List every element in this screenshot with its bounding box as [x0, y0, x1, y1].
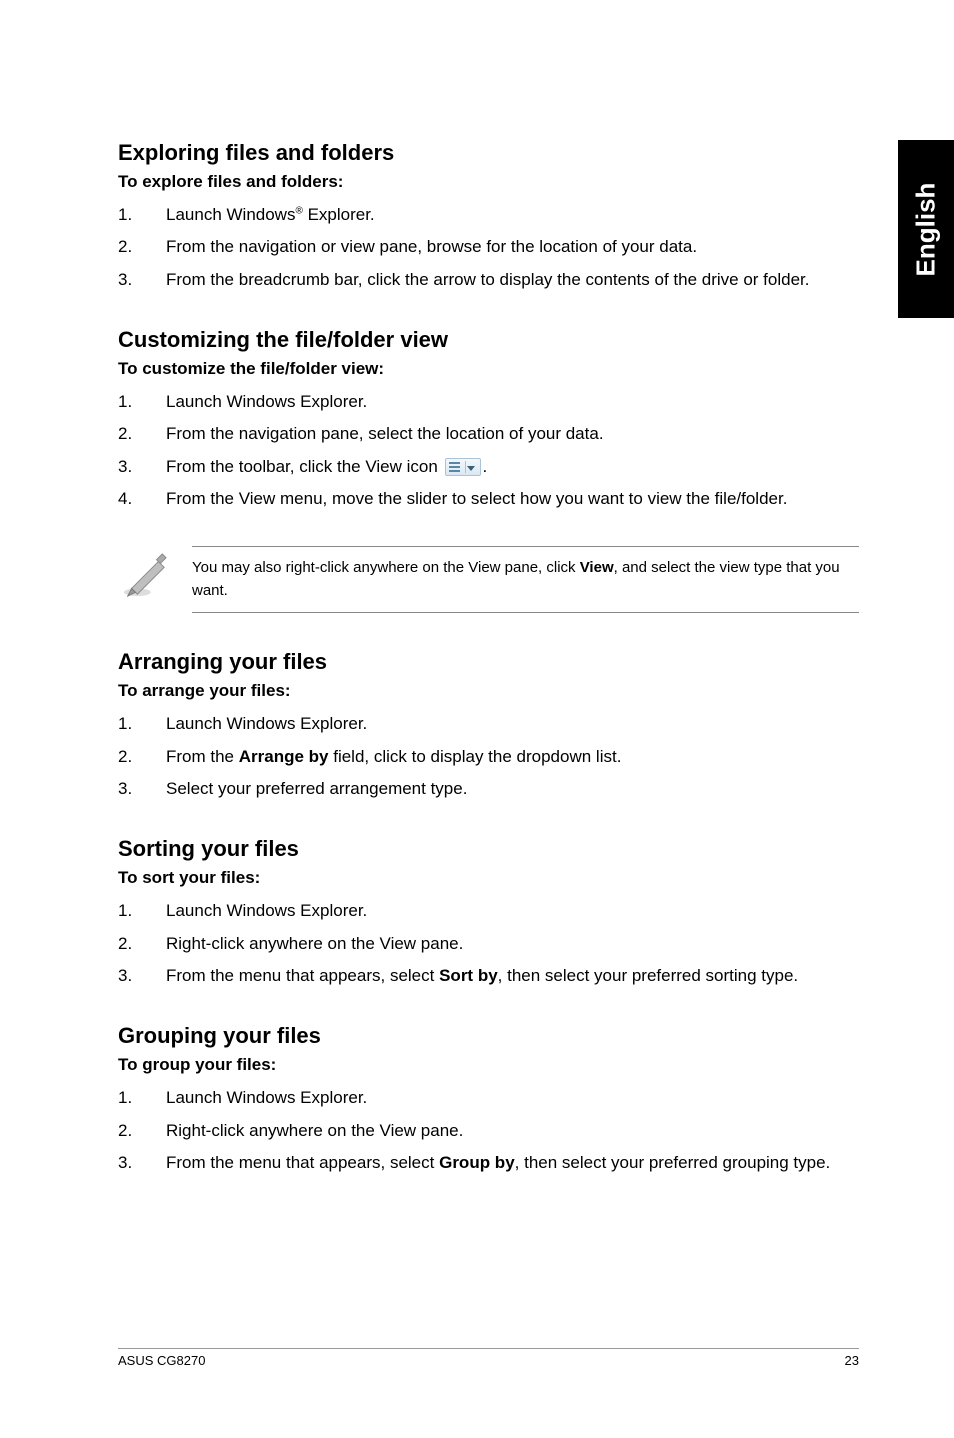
list-item: 1. Launch Windows Explorer. — [118, 711, 859, 737]
page: English Exploring files and folders To e… — [0, 0, 954, 1438]
list-text: Launch Windows Explorer. — [166, 711, 859, 737]
list-text: Launch Windows Explorer. — [166, 1085, 859, 1111]
list-item: 2. Right-click anywhere on the View pane… — [118, 1118, 859, 1144]
heading-arranging: Arranging your files — [118, 649, 859, 675]
subheading-grouping: To group your files: — [118, 1055, 859, 1075]
list-text: Launch Windows Explorer. — [166, 389, 859, 415]
list-number: 1. — [118, 898, 166, 924]
list-text: From the menu that appears, select Sort … — [166, 963, 859, 989]
list-item: 2. Right-click anywhere on the View pane… — [118, 931, 859, 957]
list-item: 3. From the breadcrumb bar, click the ar… — [118, 267, 859, 293]
list-number: 3. — [118, 454, 166, 480]
section-grouping: Grouping your files To group your files:… — [118, 1023, 859, 1176]
list-number: 1. — [118, 711, 166, 737]
list-number: 1. — [118, 1085, 166, 1111]
list-number: 4. — [118, 486, 166, 512]
list-item: 2. From the navigation or view pane, bro… — [118, 234, 859, 260]
list-number: 2. — [118, 1118, 166, 1144]
list-number: 3. — [118, 267, 166, 293]
list-text: From the Arrange by field, click to disp… — [166, 744, 859, 770]
list-text: Right-click anywhere on the View pane. — [166, 931, 859, 957]
list-text: Right-click anywhere on the View pane. — [166, 1118, 859, 1144]
list-text: From the breadcrumb bar, click the arrow… — [166, 267, 859, 293]
list-text: Launch Windows® Explorer. — [166, 202, 859, 228]
list-number: 2. — [118, 234, 166, 260]
list-item: 1. Launch Windows Explorer. — [118, 389, 859, 415]
footer-product: ASUS CG8270 — [118, 1353, 205, 1368]
list-exploring: 1. Launch Windows® Explorer. 2. From the… — [118, 202, 859, 293]
list-text: From the navigation pane, select the loc… — [166, 421, 859, 447]
list-number: 3. — [118, 1150, 166, 1176]
section-sorting: Sorting your files To sort your files: 1… — [118, 836, 859, 989]
heading-exploring: Exploring files and folders — [118, 140, 859, 166]
list-number: 1. — [118, 202, 166, 228]
subheading-arranging: To arrange your files: — [118, 681, 859, 701]
subheading-exploring: To explore files and folders: — [118, 172, 859, 192]
footer-page-number: 23 — [845, 1353, 859, 1368]
list-number: 3. — [118, 963, 166, 989]
list-text: From the toolbar, click the View icon . — [166, 454, 859, 480]
list-number: 2. — [118, 744, 166, 770]
section-customizing: Customizing the file/folder view To cust… — [118, 327, 859, 512]
list-number: 2. — [118, 421, 166, 447]
heading-sorting: Sorting your files — [118, 836, 859, 862]
list-item: 3. From the menu that appears, select Gr… — [118, 1150, 859, 1176]
list-text: From the View menu, move the slider to s… — [166, 486, 859, 512]
subheading-customizing: To customize the file/folder view: — [118, 359, 859, 379]
list-item: 3. Select your preferred arrangement typ… — [118, 776, 859, 802]
list-text: Select your preferred arrangement type. — [166, 776, 859, 802]
list-customizing: 1. Launch Windows Explorer. 2. From the … — [118, 389, 859, 512]
section-exploring: Exploring files and folders To explore f… — [118, 140, 859, 293]
heading-customizing: Customizing the file/folder view — [118, 327, 859, 353]
section-arranging: Arranging your files To arrange your fil… — [118, 649, 859, 802]
list-text: From the navigation or view pane, browse… — [166, 234, 859, 260]
note-block: You may also right-click anywhere on the… — [118, 546, 859, 613]
list-text: Launch Windows Explorer. — [166, 898, 859, 924]
list-number: 1. — [118, 389, 166, 415]
list-item: 3. From the menu that appears, select So… — [118, 963, 859, 989]
footer: ASUS CG8270 23 — [118, 1348, 859, 1368]
list-number: 3. — [118, 776, 166, 802]
list-arranging: 1. Launch Windows Explorer. 2. From the … — [118, 711, 859, 802]
subheading-sorting: To sort your files: — [118, 868, 859, 888]
list-grouping: 1. Launch Windows Explorer. 2. Right-cli… — [118, 1085, 859, 1176]
pencil-icon — [122, 552, 168, 598]
list-item: 3. From the toolbar, click the View icon… — [118, 454, 859, 480]
heading-grouping: Grouping your files — [118, 1023, 859, 1049]
list-item: 1. Launch Windows Explorer. — [118, 898, 859, 924]
list-item: 1. Launch Windows Explorer. — [118, 1085, 859, 1111]
list-item: 2. From the Arrange by field, click to d… — [118, 744, 859, 770]
list-item: 1. Launch Windows® Explorer. — [118, 202, 859, 228]
list-item: 4. From the View menu, move the slider t… — [118, 486, 859, 512]
language-tab-label: English — [911, 182, 942, 276]
list-number: 2. — [118, 931, 166, 957]
language-tab: English — [898, 140, 954, 318]
list-text: From the menu that appears, select Group… — [166, 1150, 859, 1176]
list-item: 2. From the navigation pane, select the … — [118, 421, 859, 447]
list-sorting: 1. Launch Windows Explorer. 2. Right-cli… — [118, 898, 859, 989]
view-icon — [445, 458, 481, 476]
note-text: You may also right-click anywhere on the… — [192, 546, 859, 613]
